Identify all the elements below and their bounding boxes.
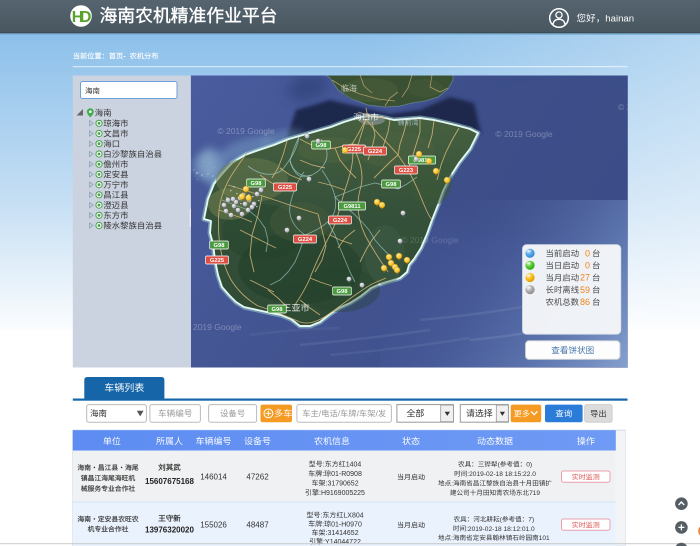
svg-text:G225: G225 [347, 147, 362, 153]
svg-text::31790652: :31790652 [326, 481, 359, 488]
svg-text:G98: G98 [272, 307, 284, 313]
svg-text:01-R0908: 01-R0908 [331, 471, 362, 478]
svg-text:G98: G98 [316, 143, 328, 149]
svg-text:7): 7) [528, 517, 534, 524]
svg-text:© 2019 Google: © 2019 Google [184, 322, 242, 332]
svg-text:719: 719 [529, 490, 540, 497]
svg-text::: : [322, 521, 324, 528]
svg-text:155026: 155026 [200, 521, 227, 530]
svg-text:13976320020: 13976320020 [145, 526, 194, 535]
svg-text:G224: G224 [333, 218, 348, 224]
svg-text:© 2019 Google: © 2019 Google [495, 129, 553, 139]
svg-text::Y14044722: :Y14044722 [323, 539, 361, 546]
svg-text:G224: G224 [368, 149, 383, 155]
svg-text:G224: G224 [298, 237, 313, 243]
svg-text:G98: G98 [251, 181, 263, 187]
svg-text:G98: G98 [214, 243, 226, 249]
svg-text:1404: 1404 [346, 462, 362, 469]
svg-text::: : [451, 481, 453, 488]
svg-text:0: 0 [585, 261, 590, 271]
svg-text:59: 59 [580, 285, 590, 295]
svg-text::H9169005225: :H9169005225 [319, 490, 365, 497]
svg-text:G225: G225 [278, 185, 293, 191]
svg-text::: : [322, 471, 324, 478]
svg-text:86: 86 [580, 297, 590, 307]
svg-text:LX804: LX804 [343, 513, 363, 520]
svg-text::2019-02-18 18:12:01.0: :2019-02-18 18:12:01.0 [466, 526, 535, 533]
svg-text:G98: G98 [386, 182, 398, 188]
svg-text::: : [320, 513, 322, 520]
svg-text:0: 0 [585, 248, 590, 258]
svg-text:15607675168: 15607675168 [145, 477, 194, 486]
svg-text:101: 101 [539, 535, 550, 542]
svg-text:hainan: hainan [605, 14, 634, 25]
svg-text:146014: 146014 [200, 473, 227, 482]
svg-text::2019-02-18 18:15:22.0: :2019-02-18 18:15:22.0 [467, 471, 536, 478]
svg-text:© 2019 Google: © 2019 Google [217, 126, 275, 136]
svg-text:G98: G98 [337, 289, 349, 295]
svg-text::31414652: :31414652 [326, 530, 359, 537]
svg-text:G223: G223 [399, 168, 414, 174]
svg-text:0): 0) [526, 462, 532, 469]
svg-text:47262: 47262 [246, 473, 269, 482]
svg-text:© 2019 Google: © 2019 Google [401, 235, 459, 245]
svg-text::: : [451, 535, 453, 542]
svg-text:G9811: G9811 [343, 204, 361, 210]
svg-text::: : [323, 462, 325, 469]
svg-text:48487: 48487 [246, 521, 269, 530]
svg-text:G225: G225 [210, 258, 225, 264]
svg-text:27: 27 [580, 273, 590, 283]
svg-text:01-H0970: 01-H0970 [331, 521, 362, 528]
